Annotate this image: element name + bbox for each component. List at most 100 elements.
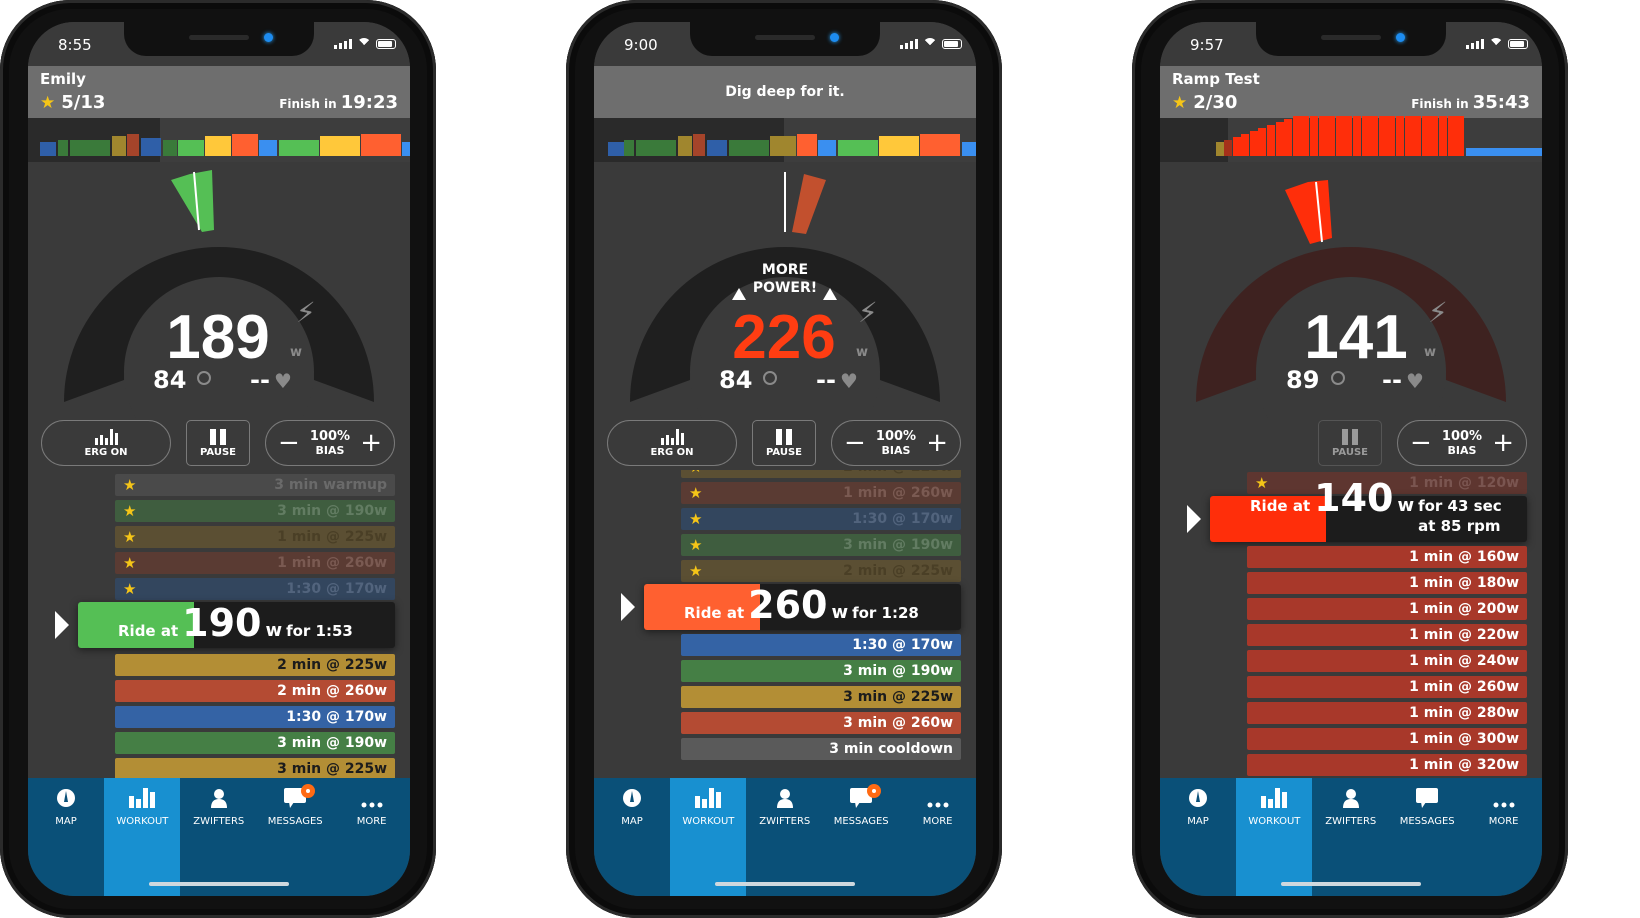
- interval-duration: for 43 sec at 85 rpm: [1418, 497, 1502, 536]
- tab-zwifters[interactable]: ZWIFTERS: [1313, 778, 1389, 854]
- interval-item-upcoming: 1 min @ 200w: [1247, 598, 1527, 620]
- bias-increase-button[interactable]: +: [1492, 430, 1514, 456]
- interval-item-upcoming: 2 min @ 225w: [115, 654, 395, 676]
- lightning-icon: ⚡: [1428, 296, 1448, 329]
- profile-segment: [205, 136, 231, 156]
- tab-workout[interactable]: WORKOUT: [1236, 778, 1313, 896]
- coach-message: Dig deep for it.: [725, 84, 845, 100]
- profile-segment: [402, 142, 410, 156]
- interval-list: ★ 3 min warmup ★ 3 min @ 190w ★ 1 min @ 225w ★…: [28, 470, 410, 778]
- ellipsis-icon: [900, 778, 976, 812]
- target-watts: 260: [748, 583, 828, 627]
- workout-title: Emily: [40, 70, 86, 88]
- profile-segment: [636, 140, 676, 156]
- interval-label: 1 min @ 160w: [1409, 549, 1519, 565]
- profile-segment: [1466, 148, 1542, 156]
- interval-label: 1 min @ 260w: [1409, 679, 1519, 695]
- tab-more[interactable]: MORE: [900, 778, 976, 854]
- interval-label: 1:30 @ 170w: [286, 709, 387, 725]
- tab-label: WORKOUT: [1248, 816, 1301, 827]
- current-interval: Ride at 260 w for 1:28: [644, 584, 961, 630]
- erg-toggle-button[interactable]: ERG ON: [607, 420, 737, 466]
- profile-segment: [1387, 116, 1396, 156]
- interval-label: 2 min @ 225w: [843, 563, 953, 579]
- tab-map[interactable]: MAP: [594, 778, 670, 854]
- bias-decrease-button[interactable]: −: [844, 430, 866, 456]
- gauge-target-zone: [171, 170, 214, 232]
- interval-item-upcoming: 3 min @ 225w: [681, 686, 961, 708]
- tab-label: MAP: [1187, 816, 1209, 827]
- bar-chart-icon: [104, 778, 180, 812]
- profile-segment: [678, 136, 692, 156]
- tab-map[interactable]: MAP: [1160, 778, 1236, 854]
- lightning-icon: ⚡: [858, 296, 878, 329]
- tab-workout[interactable]: WORKOUT: [670, 778, 747, 896]
- bias-increase-button[interactable]: +: [926, 430, 948, 456]
- bar-chart-icon: [670, 778, 746, 812]
- screen: 8:55 Emily ★ 5/13 Finish in 19:23 189 ⚡ w …: [28, 22, 410, 896]
- profile-segment: [1378, 116, 1387, 156]
- star-icon: ★: [689, 484, 703, 502]
- camera-icon: [1396, 33, 1405, 42]
- star-icon: ★: [40, 92, 56, 113]
- profile-segment: [1318, 116, 1327, 156]
- star-icon: ★: [123, 580, 137, 598]
- power-value: 141: [1304, 303, 1407, 372]
- tab-workout[interactable]: WORKOUT: [104, 778, 181, 896]
- tab-messages[interactable]: MESSAGES: [257, 778, 333, 854]
- interval-item-completed: ★ 1 min @ 260w: [681, 482, 961, 504]
- interval-item-upcoming: 1 min @ 220w: [1247, 624, 1527, 646]
- workout-profile: [1160, 116, 1542, 162]
- interval-item-upcoming: 3 min @ 225w: [115, 758, 395, 778]
- bias-decrease-button[interactable]: −: [1410, 430, 1432, 456]
- tab-messages[interactable]: MESSAGES: [1389, 778, 1465, 854]
- power-gauge: 141 ⚡ w 89 -- ♥: [1196, 180, 1506, 422]
- bias-increase-button[interactable]: +: [360, 430, 382, 456]
- cadence-value: 84: [153, 366, 186, 394]
- bias-value: 100%: [875, 429, 917, 444]
- current-interval-arrow-icon: [1187, 505, 1201, 533]
- heart-icon: ♥: [274, 369, 292, 393]
- profile-segment: [818, 140, 836, 156]
- profile-segment: [1301, 116, 1310, 156]
- interval-label: 3 min @ 260w: [843, 715, 953, 731]
- tab-map[interactable]: MAP: [28, 778, 104, 854]
- profile-segment: [1370, 116, 1379, 156]
- interval-label: 1 min @ 260w: [843, 485, 953, 501]
- interval-label: 1:30 @ 170w: [286, 581, 387, 597]
- ride-at-label: Ride at: [1250, 497, 1311, 515]
- profile-segment: [693, 134, 705, 156]
- current-interval-text: Ride at 260 w for 1:28: [684, 586, 919, 624]
- tab-zwifters[interactable]: ZWIFTERS: [747, 778, 823, 854]
- profile-segment: [1456, 116, 1465, 156]
- compass-icon: [1160, 778, 1236, 812]
- pause-button[interactable]: PAUSE: [1318, 420, 1382, 466]
- bias-decrease-button[interactable]: −: [278, 430, 300, 456]
- tab-more[interactable]: MORE: [334, 778, 410, 854]
- profile-segment: [320, 136, 360, 156]
- erg-toggle-button[interactable]: ERG ON: [41, 420, 171, 466]
- interval-list: ★ 2 min @ 225w ★ 1 min @ 260w ★ 1:30 @ 170w ★ 3…: [594, 470, 976, 778]
- home-indicator: [149, 882, 289, 886]
- more-power-prompt: MORE: [762, 262, 808, 278]
- tab-label: MESSAGES: [267, 816, 323, 827]
- interval-item-upcoming: 3 min @ 190w: [115, 732, 395, 754]
- tab-zwifters[interactable]: ZWIFTERS: [181, 778, 257, 854]
- interval-item-completed: ★ 3 min @ 190w: [681, 534, 961, 556]
- pause-button[interactable]: PAUSE: [186, 420, 250, 466]
- tab-more[interactable]: MORE: [1466, 778, 1542, 854]
- interval-item-upcoming: 3 min @ 260w: [681, 712, 961, 734]
- tab-label: MESSAGES: [1399, 816, 1455, 827]
- pause-button[interactable]: PAUSE: [752, 420, 816, 466]
- profile-segment: [1267, 125, 1275, 156]
- profile-segment: [1413, 116, 1422, 156]
- star-icon: ★: [689, 470, 702, 478]
- duration-remaining: for 1:28: [852, 604, 919, 622]
- wifi-icon: [923, 38, 937, 52]
- interval-item-completed: ★ 2 min @ 225w: [681, 470, 961, 478]
- erg-icon: [94, 428, 118, 445]
- status-time: 9:57: [1190, 36, 1224, 54]
- profile-segment: [58, 140, 68, 156]
- tab-messages[interactable]: MESSAGES: [823, 778, 899, 854]
- interval-item-upcoming: 1 min @ 280w: [1247, 702, 1527, 724]
